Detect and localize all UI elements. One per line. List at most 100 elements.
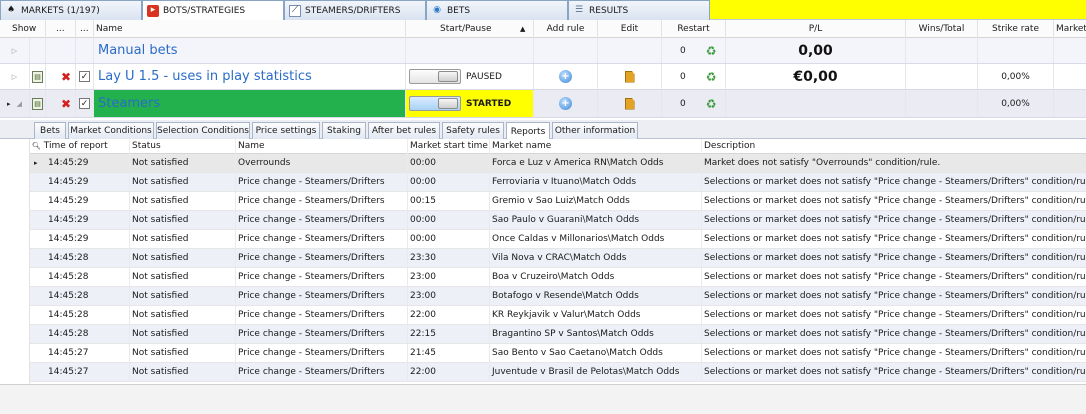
delete-icon[interactable]: ✖: [61, 97, 71, 111]
table-row[interactable]: 14:45:29 Not satisfied Price change - Stea…: [30, 230, 1086, 249]
cell-desc: Selections or market does not satisfy "P…: [704, 177, 1086, 187]
edit-cell: [598, 38, 662, 63]
enable-checkbox[interactable]: ✓: [79, 98, 90, 109]
col-strike-rate[interactable]: Strike rate: [978, 20, 1054, 38]
row-expander[interactable]: ▷: [0, 38, 30, 63]
enable-cell[interactable]: ✓: [76, 90, 94, 117]
delete-icon[interactable]: ✖: [61, 70, 71, 84]
cell-name: Price change - Steamers/Drifters: [236, 173, 408, 192]
cell-market: Ferroviaria v Ituano\Match Odds: [490, 173, 702, 192]
strike-rate-cell: [978, 38, 1054, 63]
col-market-start[interactable]: Market start time: [408, 139, 490, 154]
cell-desc: Selections or market does not satisfy "P…: [704, 196, 1086, 206]
tab-other-information[interactable]: Other information: [552, 122, 638, 139]
tab-bets-detail[interactable]: Bets: [34, 122, 66, 139]
table-row[interactable]: 14:45:28 Not satisfied Price change - Stea…: [30, 306, 1086, 325]
table-row[interactable]: 14:45:28 Not satisfied Price change - Stea…: [30, 325, 1086, 344]
cell-market: Forca e Luz v America RN\Match Odds: [490, 154, 702, 173]
tab-markets[interactable]: ♠ MARKETS (1/197): [0, 0, 142, 20]
table-row[interactable]: 14:45:28 Not satisfied Price change - Stea…: [30, 268, 1086, 287]
table-row[interactable]: 14:45:28 Not satisfied Price change - Stea…: [30, 287, 1086, 306]
tab-safety-rules[interactable]: Safety rules: [442, 122, 504, 139]
cell-start: 00:00: [408, 211, 490, 230]
strategy-row-manual-bets[interactable]: ▷ Manual bets 0 ♻ 0,00: [0, 38, 1086, 64]
cell-blank: [46, 38, 76, 63]
col-show[interactable]: Show: [0, 20, 46, 38]
col-time[interactable]: 🔍︎ Time of report: [30, 139, 130, 154]
results-icon: ☰: [574, 5, 584, 15]
add-rule-icon[interactable]: +: [559, 97, 572, 110]
cell-name: Overrounds: [236, 154, 408, 173]
enable-cell[interactable]: ✓: [76, 64, 94, 89]
enable-checkbox[interactable]: ✓: [79, 71, 90, 82]
table-row[interactable]: ▸ 14:45:29 Not satisfied Overrounds 00:00 For…: [30, 154, 1086, 173]
show-cell[interactable]: ▤: [30, 90, 46, 117]
restart-icon[interactable]: ♻: [706, 97, 717, 111]
tab-price-settings[interactable]: Price settings: [252, 122, 320, 139]
toggle-knob: [438, 71, 458, 82]
status-label: STARTED: [466, 98, 512, 109]
tab-staking[interactable]: Staking: [322, 122, 366, 139]
restart-icon[interactable]: ♻: [706, 70, 717, 84]
table-row[interactable]: 14:45:29 Not satisfied Price change - Stea…: [30, 173, 1086, 192]
tab-market-conditions[interactable]: Market Conditions: [68, 122, 154, 139]
tab-after-bet-rules[interactable]: After bet rules: [368, 122, 440, 139]
table-row[interactable]: 14:45:27 Not satisfied Price change - Stea…: [30, 363, 1086, 382]
table-row[interactable]: 14:45:29 Not satisfied Price change - Stea…: [30, 211, 1086, 230]
cell-desc: Selections or market does not satisfy "P…: [704, 234, 1086, 244]
strategy-row-lay-u15[interactable]: ▷ ▤ ✖ ✓ Lay U 1.5 - uses in play statist…: [0, 64, 1086, 90]
tab-bots-strategies[interactable]: ▸ BOTS/STRATEGIES: [142, 0, 284, 20]
restart-icon[interactable]: ♻: [706, 44, 717, 58]
cell-market: Botafogo v Resende\Match Odds: [490, 287, 702, 306]
cell-status: Not satisfied: [130, 211, 236, 230]
chart-icon: ⟋: [289, 4, 301, 17]
col-pl[interactable]: P/L: [726, 20, 906, 38]
add-rule-icon[interactable]: +: [559, 70, 572, 83]
col-restart[interactable]: Restart: [662, 20, 726, 38]
report-icon[interactable]: ▤: [32, 70, 43, 83]
table-row[interactable]: 14:45:27 Not satisfied Price change - Stea…: [30, 344, 1086, 363]
table-row[interactable]: 14:45:28 Not satisfied Price change - Stea…: [30, 249, 1086, 268]
strategy-name[interactable]: Lay U 1.5 - uses in play statistics: [94, 64, 406, 89]
tab-selection-conditions[interactable]: Selection Conditions: [156, 122, 250, 139]
cell-name: Price change - Steamers/Drifters: [236, 192, 408, 211]
col-ellipsis-1[interactable]: ...: [46, 20, 76, 38]
cell-desc: Selections or market does not satisfy "P…: [704, 348, 1086, 358]
col-ellipsis-2[interactable]: ...: [76, 20, 94, 38]
col-market[interactable]: Market: [1054, 20, 1086, 38]
delete-cell[interactable]: ✖: [46, 90, 76, 117]
strategy-name[interactable]: Manual bets: [94, 38, 406, 63]
tab-results[interactable]: ☰ RESULTS: [568, 0, 710, 20]
delete-cell[interactable]: ✖: [46, 64, 76, 89]
bottom-panel: [0, 384, 1086, 414]
add-rule-cell: [534, 38, 598, 63]
tab-reports[interactable]: Reports: [506, 122, 550, 140]
start-pause-cell: STARTED: [406, 90, 534, 117]
cell-time: 14:45:29: [46, 154, 130, 173]
col-start-pause[interactable]: Start/Pause ▲: [406, 20, 534, 38]
tab-steamers-drifters[interactable]: ⟋ STEAMERS/DRIFTERS: [284, 0, 426, 20]
row-expander[interactable]: ▸ ◢: [0, 90, 30, 117]
col-edit[interactable]: Edit: [598, 20, 662, 38]
col-name[interactable]: Name: [236, 139, 408, 154]
edit-icon[interactable]: [624, 70, 635, 83]
tab-label: BETS: [447, 5, 471, 16]
start-pause-toggle[interactable]: [409, 96, 461, 111]
start-pause-toggle[interactable]: [409, 69, 461, 84]
report-icon[interactable]: ▤: [32, 97, 43, 110]
sort-asc-icon: ▲: [520, 25, 526, 33]
col-description[interactable]: Description: [702, 139, 1086, 154]
table-row[interactable]: 14:45:29 Not satisfied Price change - Stea…: [30, 192, 1086, 211]
row-expander[interactable]: ▷: [0, 64, 30, 89]
cell-start: 23:30: [408, 249, 490, 268]
col-name[interactable]: Name: [94, 20, 406, 38]
col-add-rule[interactable]: Add rule: [534, 20, 598, 38]
col-market-name[interactable]: Market name: [490, 139, 702, 154]
show-cell[interactable]: ▤: [30, 64, 46, 89]
edit-icon[interactable]: [624, 97, 635, 110]
col-status[interactable]: Status: [130, 139, 236, 154]
strategy-name[interactable]: Steamers: [94, 90, 406, 117]
tab-bets[interactable]: ◉ BETS: [426, 0, 568, 20]
col-wins-total[interactable]: Wins/Total: [906, 20, 978, 38]
strategy-row-steamers[interactable]: ▸ ◢ ▤ ✖ ✓ Steamers STARTED + 0 ♻ 0,00%: [0, 90, 1086, 118]
